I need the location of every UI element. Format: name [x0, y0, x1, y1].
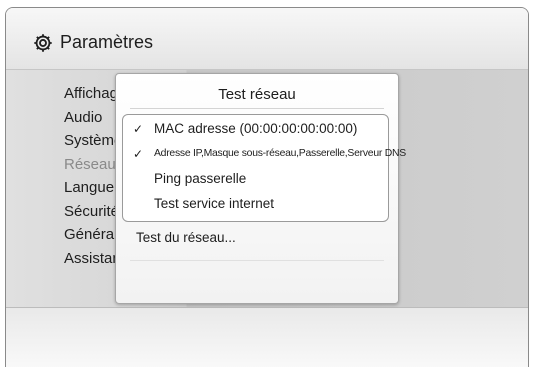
option-ip-settings[interactable]: ✓ Adresse IP,Masque sous-réseau,Passerel…: [123, 144, 406, 164]
option-mac-address[interactable]: ✓ MAC adresse (00:00:00:00:00:00): [123, 119, 388, 139]
run-network-test-button[interactable]: Test du réseau...: [136, 230, 236, 245]
dialog-title: Test réseau: [218, 86, 296, 103]
option-label: Ping passerelle: [154, 171, 247, 186]
network-test-dialog: Test réseau ✓ MAC adresse (00:00:00:00:0…: [115, 73, 406, 304]
option-label: Test service internet: [154, 196, 275, 211]
check-icon: ✓: [133, 122, 144, 136]
header-bar: Paramètres: [6, 8, 528, 70]
option-ping-gateway[interactable]: Ping passerelle: [123, 169, 388, 189]
option-internet-test[interactable]: Test service internet: [123, 194, 388, 214]
check-icon: ✓: [133, 147, 144, 161]
page-title: Paramètres: [60, 32, 154, 52]
bottom-divider: [130, 260, 384, 261]
gear-icon: [34, 34, 52, 52]
title-divider: [130, 108, 384, 109]
option-label: MAC adresse (00:00:00:00:00:00): [154, 121, 358, 136]
test-options-list: ✓ MAC adresse (00:00:00:00:00:00) ✓ Adre…: [122, 114, 406, 222]
option-label: Adresse IP,Masque sous-réseau,Passerelle…: [154, 148, 406, 159]
footer-bar: [6, 307, 528, 367]
